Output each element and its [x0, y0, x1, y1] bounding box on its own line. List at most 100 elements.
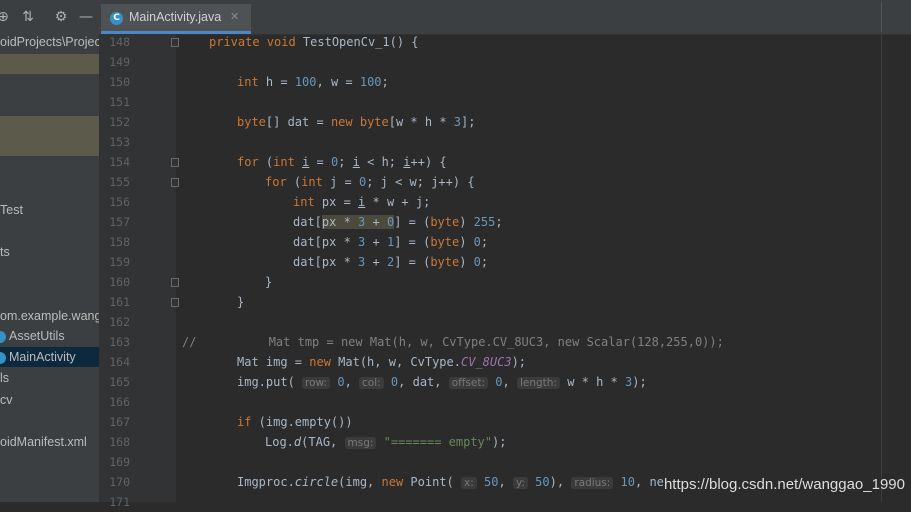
code-token: ) — [459, 255, 474, 269]
code-line-160: } — [265, 275, 273, 289]
code-token: = — [309, 155, 331, 169]
code-token: int — [237, 75, 259, 89]
tab-main-activity[interactable]: C MainActivity.java ✕ — [101, 4, 251, 34]
code-token: 50 — [535, 475, 550, 489]
code-line-152: byte[] dat = new byte[w * h * 3]; — [237, 112, 475, 132]
code-line-161: } — [237, 295, 245, 309]
code-token: , — [498, 475, 506, 489]
code-token: , — [344, 375, 352, 389]
code-token: ) — [459, 215, 474, 229]
tree-item-ts[interactable]: ts — [0, 242, 99, 262]
tree-item-test[interactable]: Test — [0, 200, 99, 220]
parameter-hint: row: — [302, 377, 331, 389]
toolbar: ⊕ ⇅ ⚙ — C MainActivity.java ✕ — [0, 0, 911, 35]
code-editor[interactable]: private void TestOpenCv_1() { int h = 10… — [176, 34, 911, 502]
code-token: circle — [294, 475, 339, 489]
code-line-156: int px = i * w + j; — [293, 192, 430, 212]
code-line-150: int h = 100, w = 100; — [237, 72, 389, 92]
code-token: , dat, — [398, 375, 442, 389]
line-number: 149 — [109, 55, 130, 69]
tree-item-package[interactable]: om.example.wang — [0, 306, 99, 326]
code-token: 100 — [294, 75, 317, 89]
code-token: w * h * — [567, 375, 625, 389]
code-token: + — [365, 235, 387, 249]
code-token: private void — [209, 35, 296, 49]
tab-label: MainActivity.java — [129, 10, 222, 24]
code-token: ++) { — [410, 155, 447, 169]
code-token: ; — [480, 235, 489, 249]
gear-icon[interactable]: ⚙ — [52, 8, 70, 26]
line-number: 165 — [109, 375, 130, 389]
code-token: h = — [258, 75, 295, 89]
tree-item-project-path[interactable]: oidProjects\Projec — [0, 34, 99, 52]
code-line-168: Log.d(TAG, msg: "======= empty"); — [265, 432, 506, 452]
code-token: 0 — [473, 255, 481, 269]
code-token: + — [365, 215, 387, 229]
code-token: 100 — [359, 75, 382, 89]
code-token: 3 — [453, 115, 462, 129]
code-token: int — [301, 175, 323, 189]
code-line-148: private void TestOpenCv_1() { — [209, 32, 419, 52]
parameter-hint: radius: — [571, 477, 614, 489]
code-token: ; — [338, 155, 353, 169]
code-token: [] dat = — [265, 115, 331, 129]
toolbar-separator — [881, 2, 882, 32]
globe-target-icon[interactable]: ⊕ — [0, 8, 12, 26]
parameter-hint: y: — [512, 477, 528, 489]
code-token: img.put( — [237, 375, 295, 389]
code-token: ; — [381, 75, 389, 89]
code-token: int — [293, 195, 315, 209]
code-token: Point( — [403, 475, 454, 489]
tree-item-cv[interactable]: cv — [0, 390, 99, 410]
code-token: ] = ( — [394, 255, 431, 269]
code-token: , ne — [635, 475, 664, 489]
tree-item-ls[interactable]: ls — [0, 368, 99, 388]
collapse-icon[interactable]: ⇅ — [19, 8, 37, 26]
code-token: j = — [322, 175, 359, 189]
code-token: [w * h * — [388, 115, 454, 129]
code-token: ]; — [461, 115, 476, 129]
close-icon[interactable]: ✕ — [230, 10, 239, 23]
parameter-hint: offset: — [448, 377, 488, 389]
line-number: 148 — [109, 35, 130, 49]
code-token: 0 — [473, 235, 481, 249]
code-token: dat[ — [293, 215, 322, 229]
code-token: if — [237, 415, 252, 429]
code-token: byte — [430, 235, 460, 249]
tree-item-manifest[interactable]: oidManifest.xml — [0, 432, 99, 452]
code-line-164: Mat img = new Mat(h, w, CvType.CV_8UC3); — [237, 352, 526, 372]
tree-item-label: MainActivity — [9, 350, 76, 364]
code-line-170: Imgproc.circle(img, new Point( x: 50, y:… — [237, 472, 664, 492]
code-token: CV_8UC3 — [460, 355, 512, 369]
code-token: * w + j; — [365, 195, 431, 209]
parameter-hint: col: — [359, 377, 384, 389]
code-token: ] = ( — [394, 215, 431, 229]
code-token: ) — [459, 235, 474, 249]
tree-item-main-activity[interactable]: MainActivity — [0, 347, 99, 367]
parameter-hint: x: — [461, 477, 477, 489]
code-token: dat[px * — [293, 255, 359, 269]
code-token: "======= empty" — [383, 435, 493, 449]
java-class-icon — [0, 330, 6, 343]
tree-item-asset-utils[interactable]: AssetUtils — [0, 326, 99, 346]
minimize-icon[interactable]: — — [77, 8, 95, 26]
java-class-icon: C — [110, 12, 123, 25]
line-number: 150 — [109, 75, 130, 89]
code-token: ); — [511, 355, 527, 369]
code-line-155: for (int j = 0; j < w; j++) { — [265, 172, 475, 192]
line-number: 158 — [109, 235, 130, 249]
code-token: Log. — [265, 435, 294, 449]
code-token: ); — [632, 375, 647, 389]
line-number: 159 — [109, 255, 130, 269]
line-number: 153 — [109, 135, 130, 149]
code-token: px * — [321, 215, 359, 229]
parameter-hint: msg: — [344, 437, 377, 449]
code-line-163: // Mat tmp = new Mat(h, w, CvType.CV_8UC… — [182, 335, 724, 349]
code-token: px = — [314, 195, 359, 209]
java-class-icon — [0, 351, 6, 364]
code-token: i — [403, 155, 411, 169]
line-number: 166 — [109, 395, 130, 409]
code-token: new — [330, 115, 353, 129]
code-line-165: img.put( row: 0, col: 0, dat, offset: 0,… — [237, 372, 647, 392]
